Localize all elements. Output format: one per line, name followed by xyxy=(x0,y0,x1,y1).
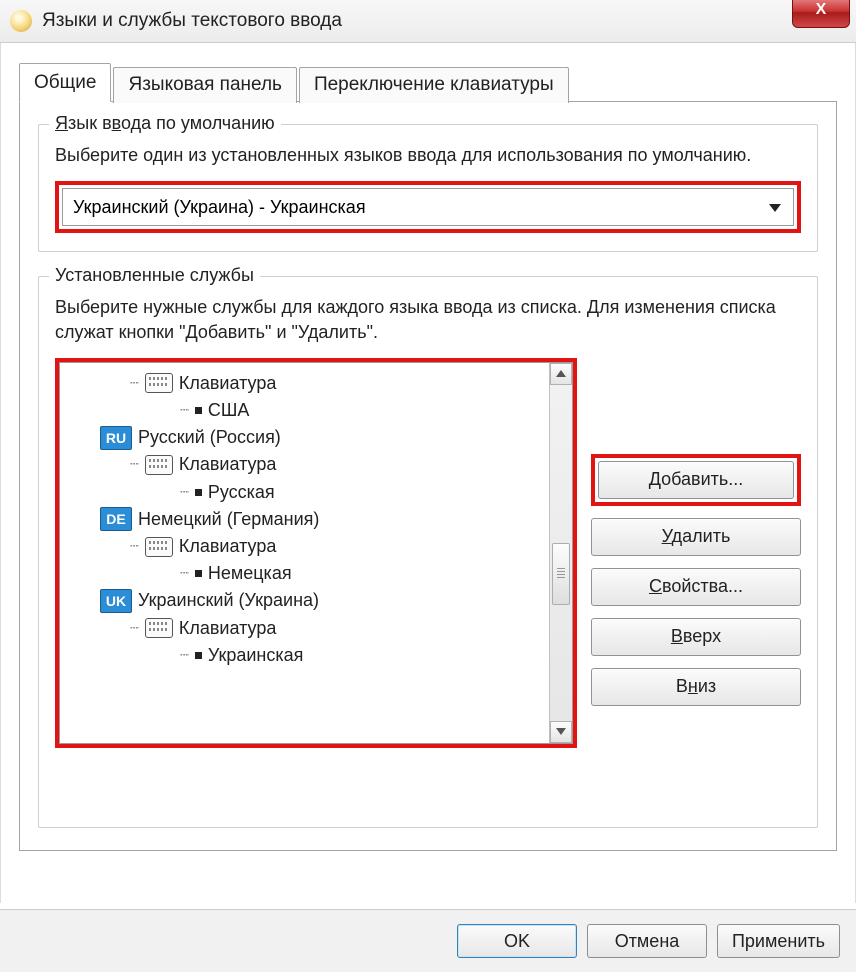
scroll-thumb[interactable] xyxy=(552,543,570,605)
arrow-up-icon xyxy=(556,370,566,377)
scroll-down-button[interactable] xyxy=(550,721,572,743)
app-icon xyxy=(10,10,32,32)
tab-keyboard-switch[interactable]: Переключение клавиатуры xyxy=(299,67,569,103)
tree-layout-node[interactable]: ┈ США xyxy=(70,398,545,423)
highlight-default-dropdown: Украинский (Украина) - Украинская xyxy=(55,181,801,233)
tab-general[interactable]: Общие xyxy=(19,63,111,102)
tree-label: Клавиатура xyxy=(179,452,277,477)
cancel-button[interactable]: Отмена xyxy=(587,924,707,958)
tree-layout-node[interactable]: ┈ Русская xyxy=(70,480,545,505)
tree-keyboard-node[interactable]: ┈ Клавиатура xyxy=(70,616,545,641)
highlight-add-button: Добавить... xyxy=(591,454,801,506)
tree-connector: ┈ xyxy=(130,534,139,559)
dialog-window: Языки и службы текстового ввода X Общие … xyxy=(0,0,856,972)
tree-label: Клавиатура xyxy=(179,534,277,559)
tab-language-bar[interactable]: Языковая панель xyxy=(113,67,296,103)
tree-keyboard-node[interactable]: ┈ Клавиатура xyxy=(70,534,545,559)
move-up-button[interactable]: Вверх xyxy=(591,618,801,656)
lang-badge-icon: RU xyxy=(100,426,132,450)
tree-label: Немецкий (Германия) xyxy=(138,507,319,532)
services-row: ┈ Клавиатура ┈ США xyxy=(55,358,801,748)
tree-connector: ┈ xyxy=(130,371,139,396)
keyboard-icon xyxy=(145,537,173,557)
tree-language-node[interactable]: DE Немецкий (Германия) xyxy=(70,507,545,532)
add-button[interactable]: Добавить... xyxy=(598,461,794,499)
tree-connector: ┈ xyxy=(180,643,189,668)
tree-wrap: ┈ Клавиатура ┈ США xyxy=(55,358,577,748)
bullet-icon xyxy=(195,407,202,414)
keyboard-icon xyxy=(145,455,173,475)
tree-connector: ┈ xyxy=(130,452,139,477)
default-language-desc: Выберите один из установленных языков вв… xyxy=(55,143,801,167)
title-bar: Языки и службы текстового ввода X xyxy=(0,0,856,43)
lang-badge-icon: DE xyxy=(100,507,132,531)
tree-label: Клавиатура xyxy=(179,616,277,641)
dialog-footer: OK Отмена Применить xyxy=(0,909,856,972)
tree-keyboard-node[interactable]: ┈ Клавиатура xyxy=(70,371,545,396)
window-title: Языки и службы текстового ввода xyxy=(42,10,342,32)
group-title: Установленные службы xyxy=(49,265,260,286)
tree-layout-node[interactable]: ┈ Украинская xyxy=(70,643,545,668)
default-language-group: Язык ввода по умолчанию document.current… xyxy=(38,124,818,252)
scroll-up-button[interactable] xyxy=(550,363,572,385)
installed-services-group: Установленные службы Выберите нужные слу… xyxy=(38,276,818,828)
tree-label: Украинский (Украина) xyxy=(138,588,319,613)
tree-connector: ┈ xyxy=(180,398,189,423)
bullet-icon xyxy=(195,570,202,577)
tree-label: Русская xyxy=(208,480,275,505)
move-down-button[interactable]: Вниз xyxy=(591,668,801,706)
tree-scrollbar[interactable] xyxy=(549,363,572,743)
tree-label: Русский (Россия) xyxy=(138,425,281,450)
tree-language-node[interactable]: UK Украинский (Украина) xyxy=(70,588,545,613)
tab-strip: Общие Языковая панель Переключение клави… xyxy=(19,63,837,102)
default-language-value: Украинский (Украина) - Украинская xyxy=(73,197,366,218)
side-buttons: Добавить... Добавить... Удалить Удалить … xyxy=(591,358,801,748)
tree-language-node[interactable]: RU Русский (Россия) xyxy=(70,425,545,450)
services-desc: Выберите нужные службы для каждого языка… xyxy=(55,295,801,344)
tree-label: Украинская xyxy=(208,643,304,668)
tree-label: Клавиатура xyxy=(179,371,277,396)
services-tree-panel: ┈ Клавиатура ┈ США xyxy=(59,362,573,744)
tree-label: Немецкая xyxy=(208,561,292,586)
tree-layout-node[interactable]: ┈ Немецкая xyxy=(70,561,545,586)
tree-connector: ┈ xyxy=(180,561,189,586)
content-area: Общие Языковая панель Переключение клави… xyxy=(0,43,856,903)
properties-button[interactable]: Свойства... xyxy=(591,568,801,606)
highlight-tree: ┈ Клавиатура ┈ США xyxy=(55,358,577,748)
bullet-icon xyxy=(195,489,202,496)
services-tree[interactable]: ┈ Клавиатура ┈ США xyxy=(60,363,549,743)
ok-button[interactable]: OK xyxy=(457,924,577,958)
bullet-icon xyxy=(195,652,202,659)
tab-body: Язык ввода по умолчанию document.current… xyxy=(19,101,837,851)
group-title: Язык ввода по умолчанию xyxy=(49,113,281,134)
close-button[interactable]: X xyxy=(792,0,850,28)
keyboard-icon xyxy=(145,618,173,638)
default-language-select[interactable]: Украинский (Украина) - Украинская xyxy=(62,188,794,226)
tree-connector: ┈ xyxy=(130,616,139,641)
keyboard-icon xyxy=(145,373,173,393)
lang-badge-icon: UK xyxy=(100,589,132,613)
tree-keyboard-node[interactable]: ┈ Клавиатура xyxy=(70,452,545,477)
remove-button[interactable]: Удалить xyxy=(591,518,801,556)
tree-connector: ┈ xyxy=(180,480,189,505)
arrow-down-icon xyxy=(556,728,566,735)
apply-button[interactable]: Применить xyxy=(717,924,840,958)
tree-label: США xyxy=(208,398,250,423)
